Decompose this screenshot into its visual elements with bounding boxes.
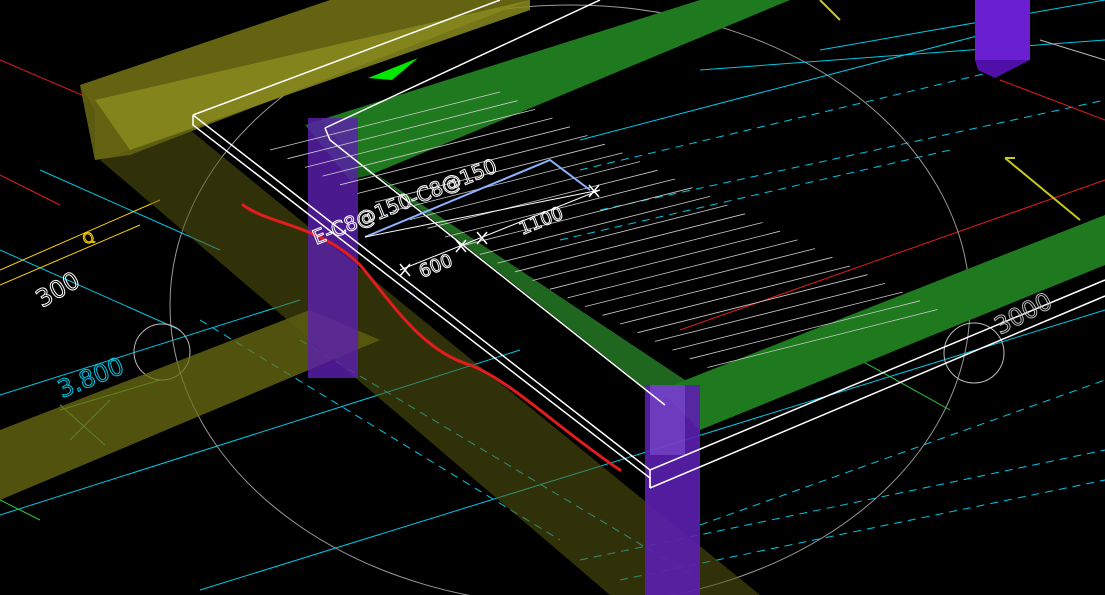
rebar-line bbox=[462, 187, 693, 247]
rebar-line bbox=[479, 196, 711, 255]
rebar-line bbox=[619, 265, 851, 325]
rebar-line bbox=[602, 256, 833, 316]
cad-3d-viewport[interactable]: E-C8@150-C8@150 600 1100 300 3000 3.800 … bbox=[0, 0, 1105, 595]
column-front[interactable] bbox=[645, 385, 700, 595]
dim-600: 600 bbox=[416, 250, 456, 282]
rebar-line bbox=[584, 248, 816, 307]
rebar-line bbox=[549, 230, 781, 290]
green-beam-right[interactable] bbox=[660, 215, 1105, 430]
column-top-right[interactable] bbox=[975, 0, 1030, 78]
rebar-line bbox=[567, 239, 798, 299]
small-tag: Q bbox=[80, 229, 98, 248]
dim-300: 300 bbox=[31, 266, 85, 313]
model-view[interactable]: E-C8@150-C8@150 600 1100 300 3000 3.800 … bbox=[0, 0, 1105, 595]
rebar-line bbox=[532, 222, 763, 281]
